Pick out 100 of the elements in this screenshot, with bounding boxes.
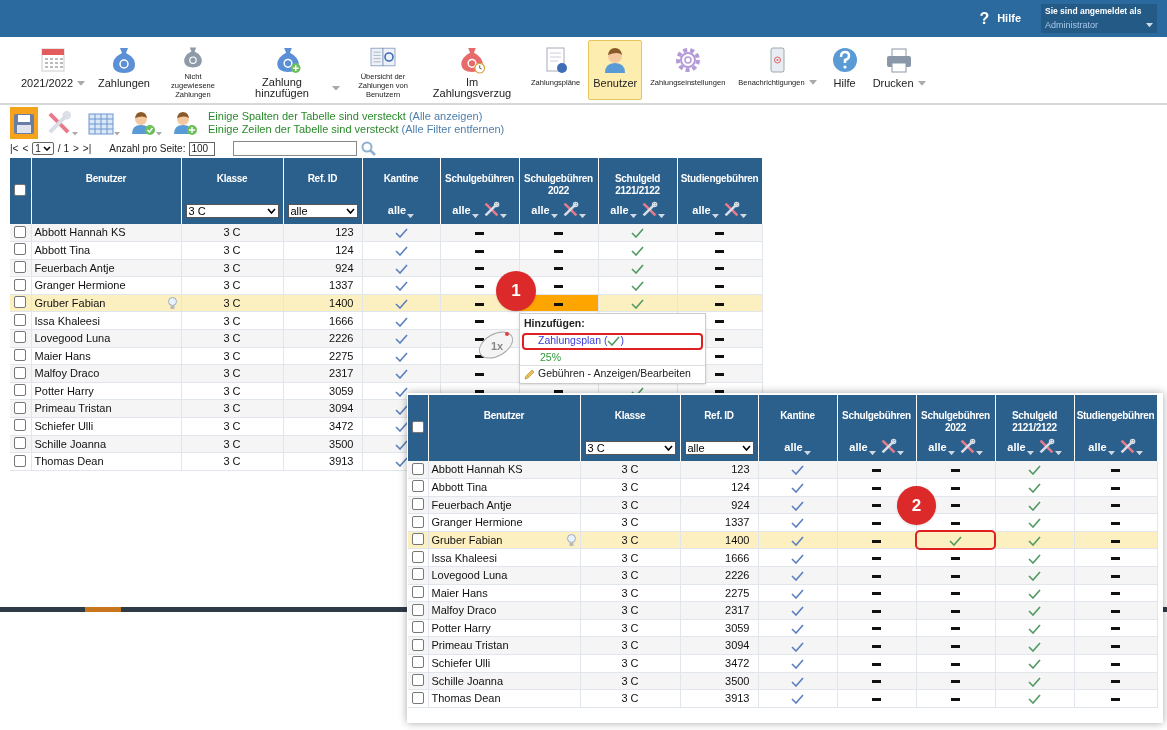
filter-menu[interactable]: alle — [387, 201, 415, 218]
name-cell[interactable]: Abbott Tina — [428, 478, 580, 497]
name-cell[interactable]: Schille Joanna — [31, 435, 181, 453]
row-checkbox[interactable] — [14, 331, 27, 344]
filter-menu[interactable]: alle — [610, 201, 637, 218]
page-select[interactable]: 1 — [32, 142, 54, 155]
row-checkbox[interactable] — [14, 184, 27, 196]
column-tools-button[interactable] — [640, 201, 665, 218]
column-tools-button[interactable] — [722, 201, 747, 218]
table-cell[interactable] — [916, 531, 995, 549]
help-link[interactable]: ? Hilfe — [979, 6, 1021, 31]
toolbar-button[interactable]: Zahlungen — [93, 40, 155, 100]
row-checkbox[interactable] — [411, 533, 424, 546]
first-page-link[interactable]: |< — [10, 141, 19, 156]
row-checkbox[interactable] — [14, 348, 27, 361]
row-checkbox[interactable] — [411, 550, 424, 563]
user-menu[interactable]: Sie sind angemeldet als Administrator — [1041, 4, 1157, 33]
notice-link[interactable]: (Alle anzeigen) — [408, 110, 483, 123]
name-cell[interactable]: Thomas Dean — [31, 452, 181, 471]
column-tools-button[interactable] — [879, 438, 904, 455]
row-checkbox[interactable] — [411, 691, 424, 704]
filter-dropdown[interactable]: alle — [287, 204, 358, 218]
name-cell[interactable]: Abbott Hannah KS — [31, 224, 181, 242]
row-checkbox[interactable] — [14, 401, 27, 414]
row-checkbox[interactable] — [14, 225, 27, 238]
row-checkbox[interactable] — [411, 515, 424, 528]
name-cell[interactable]: Primeau Tristan — [31, 399, 181, 418]
row-checkbox[interactable] — [411, 621, 424, 634]
name-cell[interactable]: Primeau Tristan — [428, 636, 580, 655]
column-tools-button[interactable] — [1037, 438, 1062, 455]
column-tools-button[interactable] — [482, 201, 507, 218]
edit-fees-item[interactable]: Gebühren - Anzeigen/Bearbeiten — [520, 364, 705, 383]
per-page-field[interactable]: 100 — [189, 141, 216, 156]
last-page-link[interactable]: >| — [82, 141, 92, 156]
search-icon[interactable] — [361, 141, 377, 156]
row-checkbox[interactable] — [14, 384, 27, 397]
row-checkbox[interactable] — [14, 454, 27, 467]
toolbar-button[interactable]: Im Zahlungsverzug — [421, 40, 523, 100]
filter-menu[interactable]: alle — [928, 438, 955, 455]
row-checkbox[interactable] — [14, 261, 27, 273]
name-cell[interactable]: Gruber Fabian — [428, 531, 580, 549]
row-checkbox[interactable] — [411, 480, 424, 493]
column-tools-button[interactable] — [1118, 438, 1143, 455]
name-cell[interactable]: Maier Hans — [428, 584, 580, 602]
name-cell[interactable]: Lovegood Luna — [31, 329, 181, 348]
name-cell[interactable]: Granger Hermione — [428, 513, 580, 532]
name-cell[interactable]: Abbott Tina — [31, 241, 181, 260]
row-checkbox[interactable] — [411, 673, 424, 686]
column-tools-button[interactable] — [561, 201, 586, 218]
filter-menu[interactable]: alle — [784, 438, 811, 455]
toolbar-button[interactable]: 2021/2022 — [16, 40, 90, 100]
search-field[interactable] — [233, 141, 358, 156]
filter-dropdown[interactable]: alle — [684, 441, 754, 455]
row-checkbox[interactable] — [14, 313, 27, 326]
notice-link[interactable]: (Alle Filter entfernen) — [401, 123, 505, 136]
name-cell[interactable]: Malfoy Draco — [428, 601, 580, 620]
row-checkbox[interactable] — [411, 656, 424, 669]
toolbar-button[interactable]: Benutzer — [588, 40, 643, 100]
row-checkbox[interactable] — [411, 462, 424, 475]
filter-menu[interactable]: alle — [692, 201, 719, 218]
name-cell[interactable]: Abbott Hannah KS — [428, 461, 580, 479]
name-cell[interactable]: Maier Hans — [31, 347, 181, 365]
row-checkbox[interactable] — [411, 585, 424, 598]
row-checkbox[interactable] — [411, 603, 424, 616]
name-cell[interactable]: Thomas Dean — [428, 689, 580, 708]
payment-plan-item[interactable]: Zahlungsplan ( ) — [522, 332, 703, 350]
name-cell[interactable]: Issa Khaleesi — [428, 548, 580, 567]
filter-menu[interactable]: alle — [531, 201, 558, 218]
filter-menu[interactable]: alle — [1088, 438, 1115, 455]
next-page-link[interactable]: > — [72, 141, 79, 156]
name-cell[interactable]: Issa Khaleesi — [31, 311, 181, 330]
filter-dropdown[interactable]: 3 C — [584, 441, 676, 455]
row-checkbox[interactable] — [14, 243, 27, 256]
previous-page-link[interactable]: < — [22, 141, 29, 156]
row-checkbox[interactable] — [411, 421, 424, 433]
row-checkbox[interactable] — [14, 436, 27, 449]
filter-menu[interactable]: alle — [452, 201, 479, 218]
column-tools-button[interactable] — [958, 438, 983, 455]
row-checkbox[interactable] — [14, 366, 27, 379]
name-cell[interactable]: Schiefer Ulli — [31, 417, 181, 436]
name-cell[interactable]: Feuerbach Antje — [31, 259, 181, 277]
row-checkbox[interactable] — [14, 296, 27, 309]
name-cell[interactable]: Potter Harry — [31, 382, 181, 400]
name-cell[interactable]: Lovegood Luna — [428, 566, 580, 585]
toolbar-button[interactable]: Zahlung hinzufügen — [231, 40, 345, 100]
filter-menu[interactable]: alle — [1007, 438, 1034, 455]
filter-menu[interactable]: alle — [849, 438, 876, 455]
tool-button[interactable] — [10, 107, 38, 139]
row-checkbox[interactable] — [411, 498, 424, 510]
row-checkbox[interactable] — [411, 568, 424, 581]
name-cell[interactable]: Granger Hermione — [31, 276, 181, 295]
row-checkbox[interactable] — [411, 638, 424, 651]
row-checkbox[interactable] — [14, 278, 27, 291]
toolbar-button[interactable]: Drucken — [867, 40, 931, 100]
name-cell[interactable]: Malfoy Draco — [31, 364, 181, 383]
row-checkbox[interactable] — [14, 419, 27, 432]
name-cell[interactable]: Gruber Fabian — [31, 294, 181, 312]
name-cell[interactable]: Potter Harry — [428, 619, 580, 637]
filter-dropdown[interactable]: 3 C — [185, 204, 279, 218]
name-cell[interactable]: Schiefer Ulli — [428, 654, 580, 673]
